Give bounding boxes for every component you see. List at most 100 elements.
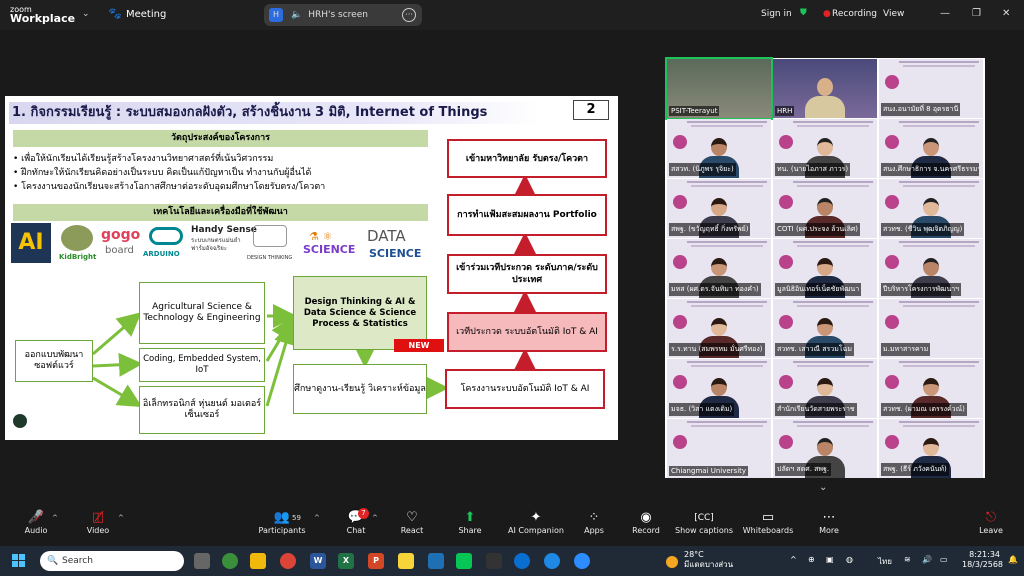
- background-banner: [793, 421, 873, 423]
- participant-tile[interactable]: มหส (ผศ.ดร.จันทิมา ทองคำ): [667, 239, 771, 298]
- participant-tile[interactable]: สสวท. (นิภูพร รุจิยะ): [667, 119, 771, 178]
- video-button[interactable]: ◫̸ Video: [78, 510, 118, 535]
- tray-app-icon[interactable]: ⊕: [808, 555, 815, 564]
- photos-icon[interactable]: [486, 553, 502, 569]
- leave-icon: ⎋: [985, 510, 997, 525]
- line-icon[interactable]: [456, 553, 472, 569]
- sticky-notes-icon[interactable]: [398, 553, 414, 569]
- participant-tile[interactable]: ม.มหาสารคาม: [879, 299, 983, 358]
- participant-name: สวทช. เสาวณี สรวมโฉม: [775, 343, 854, 356]
- recording-status[interactable]: Recording: [832, 9, 877, 19]
- more-button[interactable]: ⋯ More: [812, 510, 846, 535]
- cc-icon: [CC]: [694, 513, 714, 523]
- participant-tile[interactable]: ปีบริหารโครงการพัฒนาฯ: [879, 239, 983, 298]
- excel-icon[interactable]: X: [338, 553, 354, 569]
- volume-icon[interactable]: 🔊: [922, 555, 932, 564]
- automation-contest-box: เวทีประกวด ระบบอัตโนมัติ IoT & AI: [447, 312, 607, 352]
- meeting-button[interactable]: 🐾 Meeting: [108, 8, 166, 20]
- close-icon[interactable]: ✕: [1002, 8, 1010, 19]
- sign-in-link[interactable]: Sign in: [761, 9, 792, 19]
- powerpoint-icon[interactable]: P: [368, 553, 384, 569]
- battery-icon[interactable]: ▭: [940, 555, 948, 564]
- participant-tile[interactable]: มูลนิธิอินเทอร์เน็ตชัยพัฒนา: [773, 239, 877, 298]
- windows-start-icon[interactable]: [12, 554, 26, 568]
- background-logo-icon: [885, 195, 899, 209]
- participant-tile[interactable]: Chiangmai University: [667, 419, 771, 478]
- task-view-icon[interactable]: [194, 553, 210, 569]
- leave-button[interactable]: ⎋ Leave: [974, 510, 1008, 535]
- chat-caret-icon[interactable]: ^: [372, 514, 378, 522]
- tray-overflow-icon[interactable]: ^: [790, 555, 797, 564]
- background-banner: [687, 421, 767, 423]
- react-button[interactable]: ♡ React: [394, 510, 430, 535]
- background-banner: [797, 185, 869, 187]
- participant-tile[interactable]: สวทช. (ผามณ เตรรงค์วณ์): [879, 359, 983, 418]
- participant-tile[interactable]: ปลัดฯ สดศ. สพฐ.: [773, 419, 877, 478]
- background-banner: [903, 365, 975, 367]
- globe-icon[interactable]: [514, 553, 530, 569]
- participant-tile[interactable]: สพฐ. (ธีร์ ภวังคนันท์): [879, 419, 983, 478]
- background-banner: [899, 241, 979, 243]
- react-label: React: [400, 526, 424, 535]
- captions-button[interactable]: [CC] Show captions: [674, 510, 734, 535]
- zoom-taskbar-icon[interactable]: [574, 553, 590, 569]
- video-options-caret-icon[interactable]: ^: [118, 514, 124, 522]
- word-icon[interactable]: W: [310, 553, 326, 569]
- background-banner: [687, 361, 767, 363]
- record-label: Record: [632, 526, 660, 535]
- calculator-icon[interactable]: [428, 553, 444, 569]
- participant-tile[interactable]: COTI (ผศ.ประจง ล้วนเลิศ): [773, 179, 877, 238]
- weather-widget[interactable]: 28°C มีแดดบางส่วน: [684, 550, 733, 570]
- minimize-icon[interactable]: —: [940, 8, 950, 19]
- tray-line-icon[interactable]: ◍: [846, 555, 853, 564]
- view-menu[interactable]: View: [883, 9, 904, 19]
- chevron-down-icon[interactable]: ⌄: [82, 9, 90, 19]
- participants-caret-icon[interactable]: ^: [314, 514, 320, 522]
- tray-meeting-icon[interactable]: ▣: [826, 555, 834, 564]
- chat-button[interactable]: 💬 Chat 7: [338, 508, 374, 535]
- screen-share-pill[interactable]: H 🔈 HRH's screen ···: [264, 4, 422, 26]
- shield-icon[interactable]: ⛊: [800, 8, 807, 18]
- participant-tile[interactable]: สนง.ศึกษาธิการ จ.นครศรีธรรมราช: [879, 119, 983, 178]
- notifications-icon[interactable]: 🔔: [1008, 555, 1018, 564]
- share-button[interactable]: ⬆ Share: [452, 510, 488, 535]
- participant-name: HRH: [775, 106, 795, 116]
- portfolio-box: การทำแฟ้มสะสมผลงาน Portfolio: [447, 194, 607, 236]
- restore-icon[interactable]: ❐: [972, 8, 981, 19]
- chat-unread-badge: 7: [358, 508, 369, 519]
- participant-tile[interactable]: PSIT-Teerayut: [665, 57, 773, 120]
- edge-icon[interactable]: [544, 553, 560, 569]
- wifi-icon[interactable]: ≋: [904, 555, 911, 564]
- background-banner: [899, 361, 979, 363]
- audio-button[interactable]: 🎤̸ Audio: [16, 510, 56, 535]
- participant-tile[interactable]: HRH: [773, 59, 877, 118]
- participant-tile[interactable]: สวทช. เสาวณี สรวมโฉม: [773, 299, 877, 358]
- taskbar-search[interactable]: 🔍 Search: [40, 551, 184, 571]
- audio-options-caret-icon[interactable]: ^: [52, 514, 58, 522]
- gallery-scroll-down-icon[interactable]: ⌄: [819, 482, 827, 493]
- whiteboards-button[interactable]: ▭ Whiteboards: [740, 510, 796, 535]
- speaker-icon[interactable]: 🔈: [291, 10, 302, 20]
- coding-embedded-box: Coding, Embedded System, IoT: [139, 348, 265, 382]
- taskbar-clock[interactable]: 8:21:34 18/3/2568: [962, 550, 1003, 570]
- participant-name: ปลัดฯ สดศ. สพฐ.: [775, 463, 832, 476]
- weather-sun-icon: [666, 556, 678, 568]
- participant-tile[interactable]: สนง.อนามัยที่ 8 อุดรธานี: [879, 59, 983, 118]
- participant-tile[interactable]: ทน. (นายไอภาส ภาวร): [773, 119, 877, 178]
- participant-tile[interactable]: สวทช. (ชีวิน พุฒจิตภิญญ): [879, 179, 983, 238]
- background-logo-icon: [885, 75, 899, 89]
- background-logo-icon: [673, 255, 687, 269]
- record-button[interactable]: ◉ Record: [628, 510, 664, 535]
- ai-companion-button[interactable]: ✦ AI Companion: [506, 510, 566, 535]
- chrome-icon[interactable]: [222, 553, 238, 569]
- language-indicator[interactable]: ไทย: [878, 555, 892, 568]
- participant-tile[interactable]: สพฐ. (ขวัญฤทธิ์ กิ่งทรัพย์): [667, 179, 771, 238]
- participant-tile[interactable]: มจธ. (วิสา แตงเดิม): [667, 359, 771, 418]
- participant-tile[interactable]: ร.ร.ทาน (สมพรหม มั่นศรีทอง): [667, 299, 771, 358]
- apps-button[interactable]: ⁘ Apps: [576, 510, 612, 535]
- file-explorer-icon[interactable]: [250, 553, 266, 569]
- background-logo-icon: [885, 315, 899, 329]
- chrome-alt-icon[interactable]: [280, 553, 296, 569]
- participant-tile[interactable]: สำนักเรียนวัดสายพระราช: [773, 359, 877, 418]
- more-options-icon[interactable]: ···: [402, 8, 416, 22]
